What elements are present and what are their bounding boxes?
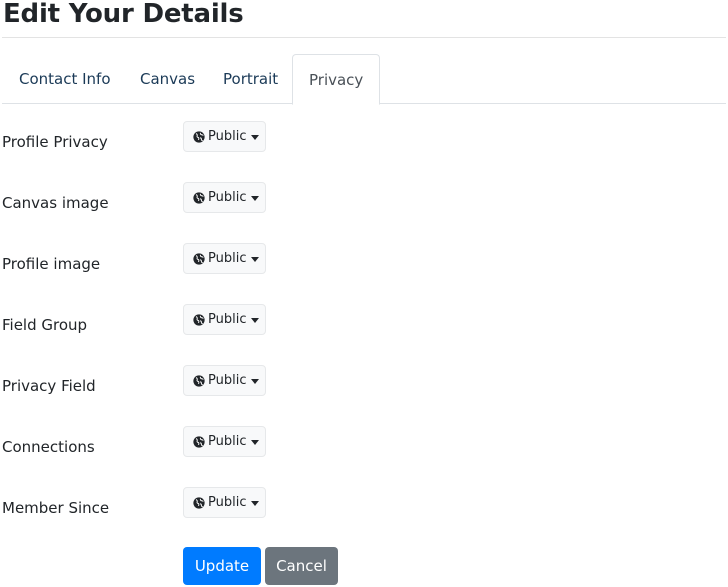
globe-icon: [193, 496, 205, 509]
caret-down-icon: [251, 134, 260, 140]
caret-down-icon: [251, 378, 260, 384]
privacy-dropdown-field-group[interactable]: Public: [183, 304, 266, 335]
dropdown-value: Public: [208, 312, 247, 327]
update-button[interactable]: Update: [183, 547, 261, 585]
tab-privacy[interactable]: Privacy: [292, 54, 381, 105]
privacy-dropdown-connections[interactable]: Public: [183, 426, 266, 457]
field-row-privacy-field: Privacy Field Public: [2, 365, 722, 415]
field-row-profile-image: Profile image Public: [2, 243, 722, 293]
field-label: Member Since: [2, 499, 110, 517]
privacy-dropdown-canvas-image[interactable]: Public: [183, 182, 266, 213]
tab-portrait[interactable]: Portrait: [223, 54, 278, 104]
caret-down-icon: [251, 439, 260, 445]
dropdown-value: Public: [208, 251, 247, 266]
field-label: Field Group: [2, 316, 88, 334]
globe-icon: [193, 191, 205, 204]
globe-icon: [193, 374, 205, 387]
privacy-dropdown-privacy-field[interactable]: Public: [183, 365, 266, 396]
field-row-connections: Connections Public: [2, 426, 722, 476]
tab-canvas[interactable]: Canvas: [140, 54, 195, 104]
field-row-field-group: Field Group Public: [2, 304, 722, 354]
title-divider: [2, 37, 726, 38]
dropdown-value: Public: [208, 373, 247, 388]
privacy-dropdown-profile-image[interactable]: Public: [183, 243, 266, 274]
dropdown-value: Public: [208, 434, 247, 449]
privacy-dropdown-profile-privacy[interactable]: Public: [183, 121, 266, 152]
globe-icon: [193, 435, 205, 448]
field-label: Connections: [2, 438, 95, 456]
field-row-profile-privacy: Profile Privacy Public: [2, 121, 722, 171]
dropdown-value: Public: [208, 495, 247, 510]
page-title: Edit Your Details: [3, 0, 244, 29]
tab-contact-info[interactable]: Contact Info: [19, 54, 111, 104]
dropdown-value: Public: [208, 129, 247, 144]
caret-down-icon: [251, 256, 260, 262]
globe-icon: [193, 313, 205, 326]
tab-bar: Contact Info Canvas Portrait Privacy: [2, 54, 726, 105]
field-label: Profile Privacy: [2, 133, 108, 151]
caret-down-icon: [251, 500, 260, 506]
caret-down-icon: [251, 317, 260, 323]
privacy-dropdown-member-since[interactable]: Public: [183, 487, 266, 518]
field-label: Profile image: [2, 255, 101, 273]
globe-icon: [193, 252, 205, 265]
field-row-member-since: Member Since Public: [2, 487, 722, 537]
cancel-button[interactable]: Cancel: [265, 547, 338, 585]
field-row-canvas-image: Canvas image Public: [2, 182, 722, 232]
caret-down-icon: [251, 195, 260, 201]
field-label: Canvas image: [2, 194, 109, 212]
globe-icon: [193, 130, 205, 143]
dropdown-value: Public: [208, 190, 247, 205]
field-label: Privacy Field: [2, 377, 96, 395]
